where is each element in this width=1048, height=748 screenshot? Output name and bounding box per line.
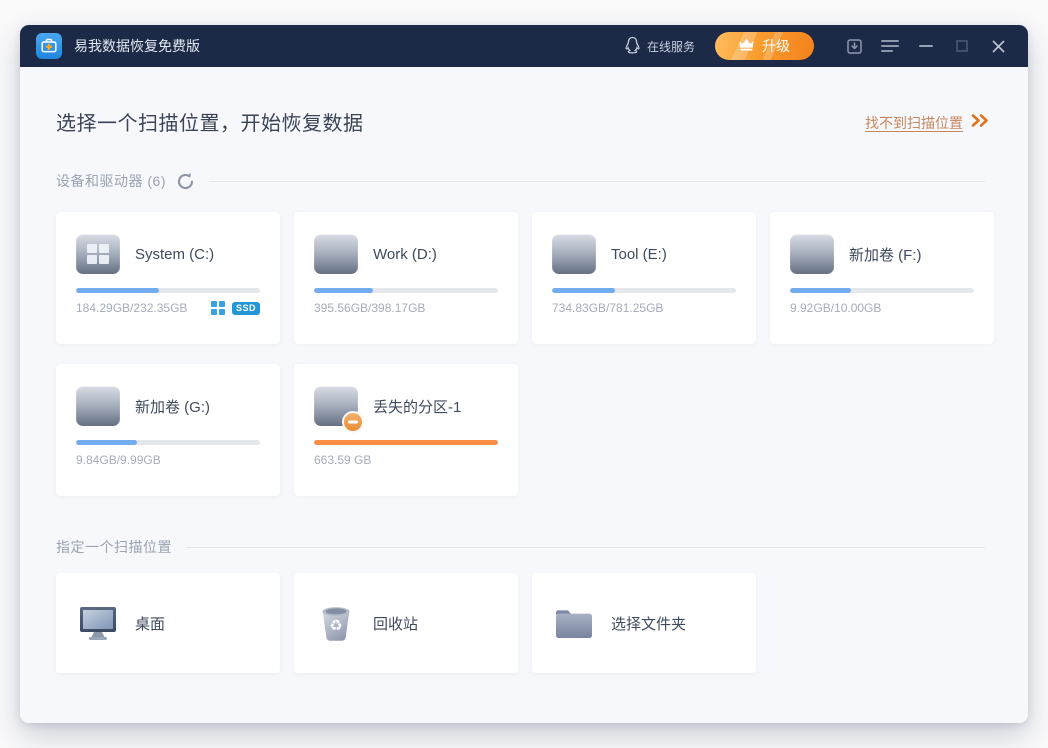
online-service-label: 在线服务 bbox=[647, 38, 695, 55]
section-devices: 设备和驱动器 (6) bbox=[56, 171, 985, 191]
drive-name: System (C:) bbox=[135, 246, 214, 263]
drive-size: 9.84GB/9.99GB bbox=[76, 453, 161, 467]
location-card-desktop[interactable]: 桌面 bbox=[56, 573, 280, 673]
app-title: 易我数据恢复免费版 bbox=[74, 36, 200, 56]
section-locations-label: 指定一个扫描位置 bbox=[56, 537, 172, 557]
close-button[interactable] bbox=[984, 32, 1012, 60]
cannot-find-location-link[interactable]: 找不到扫描位置 bbox=[865, 113, 990, 133]
refresh-icon[interactable] bbox=[176, 172, 195, 191]
section-locations: 指定一个扫描位置 bbox=[56, 537, 985, 557]
ssd-badge: SSD bbox=[232, 302, 260, 315]
divider bbox=[186, 547, 985, 548]
capacity-bar bbox=[76, 440, 260, 445]
drive-card-tool-e[interactable]: Tool (E:) 734.83GB/781.25GB bbox=[532, 212, 756, 344]
titlebar: 易我数据恢复免费版 在线服务 升级 bbox=[20, 25, 1028, 67]
capacity-bar bbox=[314, 440, 498, 445]
cannot-find-location-label: 找不到扫描位置 bbox=[865, 113, 963, 133]
location-label: 回收站 bbox=[373, 613, 418, 634]
online-service-button[interactable]: 在线服务 bbox=[624, 36, 695, 57]
recycle-bin-icon: ♻ bbox=[314, 603, 358, 643]
capacity-bar bbox=[790, 288, 974, 293]
windows-drive-overlay-icon bbox=[87, 244, 109, 264]
drive-card-lost-partition-1[interactable]: 丢失的分区-1 663.59 GB bbox=[294, 364, 518, 496]
crown-icon bbox=[739, 38, 754, 54]
maximize-button[interactable] bbox=[948, 32, 976, 60]
drive-icon bbox=[76, 386, 120, 426]
drive-size: 395.56GB/398.17GB bbox=[314, 301, 425, 315]
location-label: 桌面 bbox=[135, 613, 165, 634]
location-label: 选择文件夹 bbox=[611, 613, 686, 634]
folder-icon bbox=[552, 606, 596, 640]
page-title: 选择一个扫描位置，开始恢复数据 bbox=[56, 107, 364, 136]
drive-size: 663.59 GB bbox=[314, 453, 371, 467]
capacity-bar bbox=[314, 288, 498, 293]
drive-icon bbox=[790, 234, 834, 274]
windows-logo-icon bbox=[211, 301, 225, 315]
drive-card-work-d[interactable]: Work (D:) 395.56GB/398.17GB bbox=[294, 212, 518, 344]
drive-name: Tool (E:) bbox=[611, 246, 667, 263]
double-chevron-right-icon bbox=[970, 113, 990, 133]
drive-name: 新加卷 (G:) bbox=[135, 396, 210, 417]
drive-card-new-volume-f[interactable]: 新加卷 (F:) 9.92GB/10.00GB bbox=[770, 212, 994, 344]
drive-icon bbox=[76, 234, 120, 274]
desktop-icon bbox=[76, 605, 120, 641]
drive-size: 9.92GB/10.00GB bbox=[790, 301, 881, 315]
minimize-button[interactable] bbox=[912, 32, 940, 60]
section-devices-label: 设备和驱动器 (6) bbox=[56, 171, 166, 191]
upgrade-button[interactable]: 升级 bbox=[715, 32, 814, 60]
drive-name: 新加卷 (F:) bbox=[849, 244, 922, 265]
drive-card-new-volume-g[interactable]: 新加卷 (G:) 9.84GB/9.99GB bbox=[56, 364, 280, 496]
location-card-recycle-bin[interactable]: ♻ 回收站 bbox=[294, 573, 518, 673]
location-card-select-folder[interactable]: 选择文件夹 bbox=[532, 573, 756, 673]
drive-card-system-c[interactable]: System (C:) 184.29GB/232.35GB SSD bbox=[56, 212, 280, 344]
app-logo-icon bbox=[36, 33, 62, 59]
capacity-bar bbox=[76, 288, 260, 293]
drive-size: 734.83GB/781.25GB bbox=[552, 301, 663, 315]
menu-icon[interactable] bbox=[876, 32, 904, 60]
drive-icon bbox=[314, 234, 358, 274]
drive-size: 184.29GB/232.35GB bbox=[76, 301, 187, 315]
qq-penguin-icon bbox=[624, 36, 641, 57]
app-window: 易我数据恢复免费版 在线服务 升级 bbox=[20, 25, 1028, 723]
drive-name: 丢失的分区-1 bbox=[373, 396, 461, 417]
capacity-bar bbox=[552, 288, 736, 293]
upgrade-label: 升级 bbox=[762, 36, 790, 56]
recycle-symbol-icon: ♻ bbox=[329, 619, 342, 634]
lost-partition-badge-icon bbox=[342, 411, 364, 433]
drive-name: Work (D:) bbox=[373, 246, 437, 263]
import-scan-icon[interactable] bbox=[840, 32, 868, 60]
drive-icon bbox=[552, 234, 596, 274]
divider bbox=[209, 181, 985, 182]
drive-icon bbox=[314, 386, 358, 426]
